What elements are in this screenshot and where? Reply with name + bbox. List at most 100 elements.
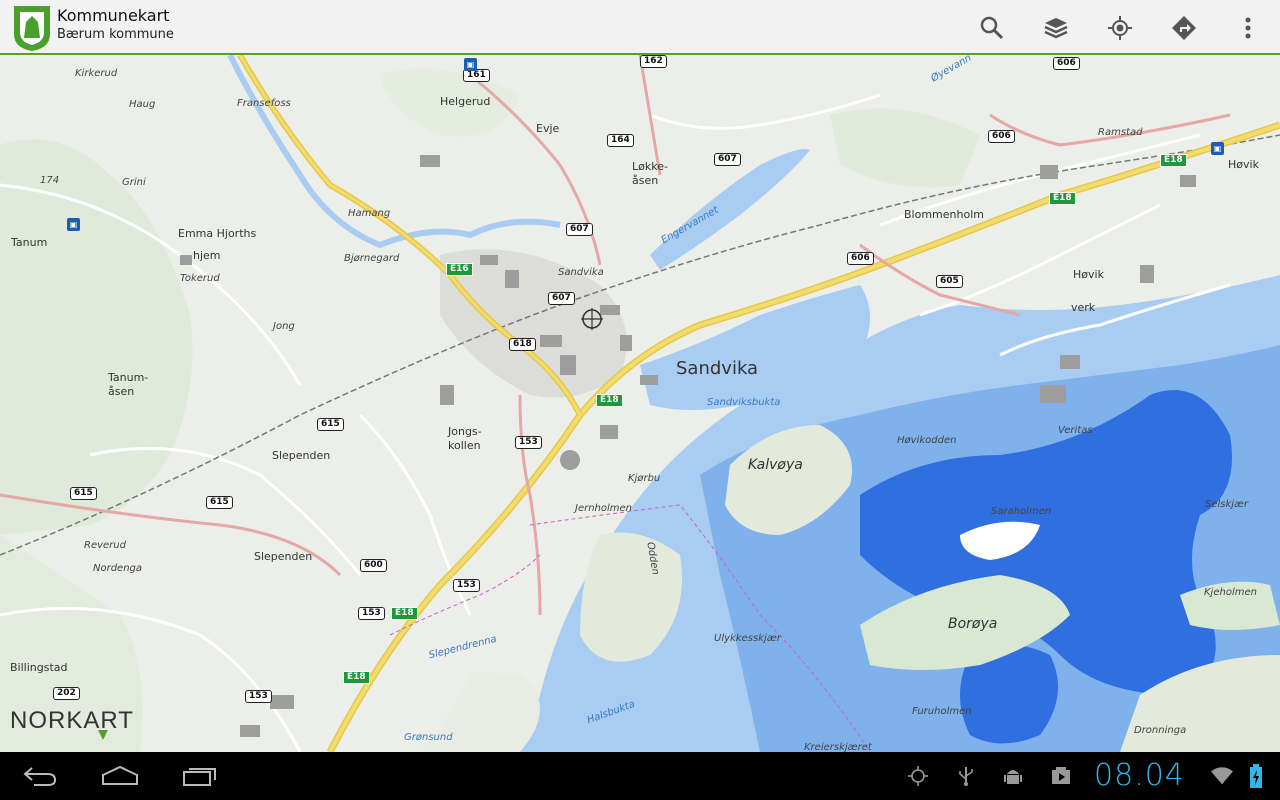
map-label-tanumasen: Tanum- åsen [108,371,149,398]
road-shield-153c: 153 [358,607,385,620]
map-label-furuholmen: Furuholmen [912,706,972,717]
map-label-slependen2: Slependen [254,550,313,563]
map-view[interactable]: Sandvika Sandvika Kalvøya Borøya Høvik H… [0,55,1280,752]
map-label-kjeholmen: Kjeholmen [1204,587,1257,598]
map-label-evje: Evje [536,122,560,135]
wifi-signal-icon [1211,765,1233,787]
layers-icon [1044,18,1068,39]
road-shield-615a: 615 [317,418,344,431]
map-label-haug: Haug [129,99,156,110]
action-bar: Kommunekart Bærum kommune [0,0,1280,55]
map-label-sandvika-big: Sandvika [676,358,759,379]
road-shield-607b: 607 [566,223,593,236]
map-label-tanum: Tanum [11,236,48,249]
directions-icon [1172,16,1196,40]
map-label-kreierskjaeret: Kreierskjæret [804,742,872,752]
system-nav-bar: 08.04 [0,752,1280,800]
road-shield-e16: E16 [446,263,473,276]
map-label-gronsund: Grønsund [404,732,453,743]
search-button[interactable] [972,8,1012,48]
map-label-hovikodden: Høvikodden [897,435,957,446]
road-shield-600: 600 [360,559,387,572]
road-shield-e18e: E18 [343,671,370,684]
road-shield-162: 162 [640,55,667,68]
map-label-verk: verk [1071,301,1096,314]
layers-button[interactable] [1036,8,1076,48]
road-shield-153d: 153 [245,690,272,703]
media-play-icon [1050,765,1072,787]
back-icon [23,767,57,786]
map-label-elevation-174: 174 [40,175,60,186]
map-center-crosshair-icon [581,308,603,330]
road-shield-618: 618 [509,338,536,351]
map-label-ramstad: Ramstad [1098,127,1143,138]
map-label-tokerud: Tokerud [180,273,220,284]
map-label-kjorbu: Kjørbu [628,473,661,484]
map-label-ulykkesskjaer: Ulykkesskjær [714,633,781,644]
road-shield-e18b: E18 [1049,192,1076,205]
map-label-sandvika: Sandvika [558,267,604,278]
map-label-grini: Grini [122,177,146,188]
overflow-menu-button[interactable] [1228,8,1268,48]
map-label-selskjaer: Selskjær [1205,499,1249,510]
map-label-emma: Emma Hjorths [178,227,257,240]
bus-stop-icon[interactable]: ▣ [67,218,80,231]
road-shield-202: 202 [53,687,80,700]
road-shield-e18c: E18 [596,394,623,407]
map-label-bjornegard: Bjørnegard [344,253,400,264]
map-label-veritas: Veritas [1058,425,1093,436]
map-label-jongskollen: Jongs- kollen [448,425,482,452]
bus-stop-icon[interactable]: ▣ [1211,142,1224,155]
map-label-lokkeasen: Løkke- åsen [632,160,668,187]
back-button[interactable] [10,760,70,792]
map-label-slependen: Slependen [272,449,331,462]
directions-button[interactable] [1164,8,1204,48]
road-shield-615b: 615 [70,487,97,500]
bus-stop-icon[interactable]: ▣ [464,58,477,71]
road-shield-607a: 607 [714,153,741,166]
overflow-menu-icon [1245,17,1251,39]
gps-status-icon [907,765,929,787]
map-label-sandviksbukta: Sandviksbukta [707,397,781,408]
app-titles: Kommunekart Bærum kommune [57,6,174,43]
map-label-kalvoya: Kalvøya [748,457,803,473]
my-location-button[interactable] [1100,8,1140,48]
norkart-attribution-logo: NORKART [10,707,134,734]
map-label-dronninga: Dronninga [1134,725,1187,736]
map-label-hovik: Høvik [1228,158,1259,171]
map-label-nordenga: Nordenga [93,563,143,574]
road-shield-e18a: E18 [1160,154,1187,167]
app-title: Kommunekart [57,6,170,25]
road-shield-164: 164 [607,134,634,147]
road-shield-615c: 615 [206,496,233,509]
my-location-icon [1108,16,1132,40]
map-label-fransefoss: Fransefoss [237,98,291,109]
road-shield-607c: 607 [548,292,575,305]
map-label-helgerud: Helgerud [440,95,491,108]
map-label-saraholmen: Saraholmen [991,506,1052,517]
map-label-hamang: Hamang [348,208,391,219]
road-shield-606a: 606 [1053,57,1080,70]
road-shield-606b: 606 [988,130,1015,143]
road-shield-e18d: E18 [391,607,418,620]
app-subtitle: Bærum kommune [57,27,174,42]
map-label-reverud: Reverud [84,540,126,551]
road-shield-153b: 153 [453,579,480,592]
road-shield-606c: 606 [847,252,874,265]
home-icon [102,765,138,785]
recent-apps-icon [183,768,216,786]
road-shield-605: 605 [936,275,963,288]
map-label-boroya: Borøya [948,616,998,632]
map-label-billingstad: Billingstad [10,661,68,674]
usb-status-icon [955,765,977,787]
norkart-leaf-icon [98,730,108,740]
recent-apps-button[interactable] [170,760,230,792]
home-button[interactable] [90,760,150,792]
battery-charging-icon [1245,764,1267,788]
map-label-blommenholm: Blommenholm [904,208,984,221]
app-logo-icon[interactable] [12,4,52,52]
map-label-hjem: hjem [193,249,221,262]
road-shield-153a: 153 [515,436,542,449]
search-icon [980,16,1004,40]
map-label-jong: Jong [273,321,295,332]
